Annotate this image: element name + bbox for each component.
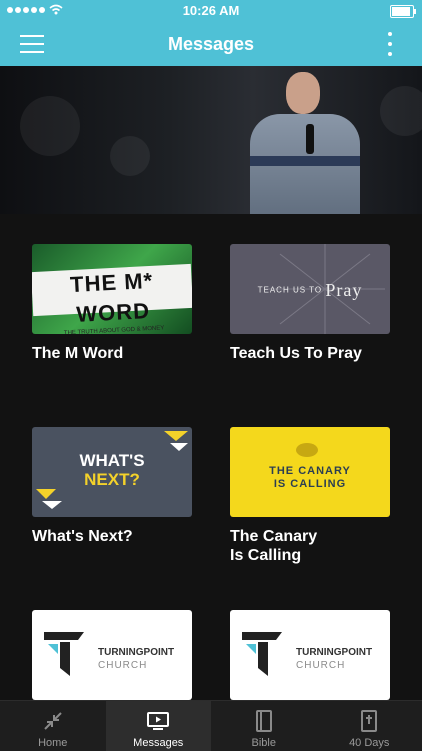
artwork-line-2: NEXT? — [32, 470, 192, 489]
artwork-script-text: Pray — [325, 280, 362, 300]
series-card-canary[interactable]: THE CANARY IS CALLING The Canary Is Call… — [230, 427, 390, 565]
status-time: 10:26 AM — [0, 3, 422, 18]
series-card-teach-us-to-pray[interactable]: TEACH US TO Pray Teach Us To Pray — [230, 244, 390, 363]
more-options-icon[interactable] — [388, 32, 394, 56]
series-card-m-word[interactable]: THE M* WORD THE TRUTH ABOUT GOD & MONEY … — [32, 244, 192, 363]
tab-label: Bible — [211, 737, 317, 749]
church-name: TURNINGPOINT — [296, 647, 372, 658]
series-title: The Canary Is Calling — [230, 527, 390, 565]
series-card-whats-next[interactable]: WHAT'S NEXT? What's Next? — [32, 427, 192, 546]
turningpoint-logo-icon — [242, 632, 282, 676]
series-artwork: TURNINGPOINT CHURCH — [32, 610, 192, 700]
series-card-turningpoint-1[interactable]: TURNINGPOINT CHURCH — [32, 610, 192, 700]
page-title: Messages — [0, 34, 422, 55]
church-name: TURNINGPOINT — [98, 647, 174, 658]
series-artwork: TURNINGPOINT CHURCH — [230, 610, 390, 700]
series-artwork: WHAT'S NEXT? — [32, 427, 192, 517]
collapse-arrows-icon — [41, 709, 65, 733]
artwork-line-1: THE CANARY — [230, 465, 390, 478]
artwork-line-2: IS CALLING — [230, 478, 390, 491]
play-screen-icon — [146, 709, 170, 733]
series-card-turningpoint-2[interactable]: TURNINGPOINT CHURCH — [230, 610, 390, 700]
tab-bible[interactable]: Bible — [211, 701, 317, 751]
status-bar: 10:26 AM — [0, 0, 422, 22]
series-title: The M Word — [32, 344, 192, 363]
bird-icon — [296, 443, 318, 457]
tab-label: Home — [0, 737, 106, 749]
church-subtitle: CHURCH — [296, 660, 345, 671]
book-icon — [252, 709, 276, 733]
bible-cross-icon — [357, 709, 381, 733]
series-artwork: TEACH US TO Pray — [230, 244, 390, 334]
series-artwork: THE M* WORD THE TRUTH ABOUT GOD & MONEY — [32, 244, 192, 334]
tab-home[interactable]: Home — [0, 701, 106, 751]
hero-banner-image — [0, 66, 422, 214]
bottom-tab-bar: Home Messages Bible 40 Days — [0, 700, 422, 751]
top-navigation-bar: Messages — [0, 22, 422, 66]
microphone-icon — [306, 124, 314, 154]
tab-label: Messages — [106, 737, 212, 749]
church-subtitle: CHURCH — [98, 660, 147, 671]
battery-icon — [390, 5, 414, 18]
artwork-small-text: TEACH US TO — [258, 286, 323, 295]
turningpoint-logo-icon — [44, 632, 84, 676]
tab-label: 40 Days — [317, 737, 422, 749]
series-title: What's Next? — [32, 527, 192, 546]
artwork-title: THE M* WORD — [32, 264, 192, 332]
series-artwork: THE CANARY IS CALLING — [230, 427, 390, 517]
series-title: Teach Us To Pray — [230, 344, 390, 363]
artwork-line-1: WHAT'S — [32, 451, 192, 470]
tab-messages[interactable]: Messages — [106, 701, 212, 751]
tab-40-days[interactable]: 40 Days — [317, 701, 422, 751]
